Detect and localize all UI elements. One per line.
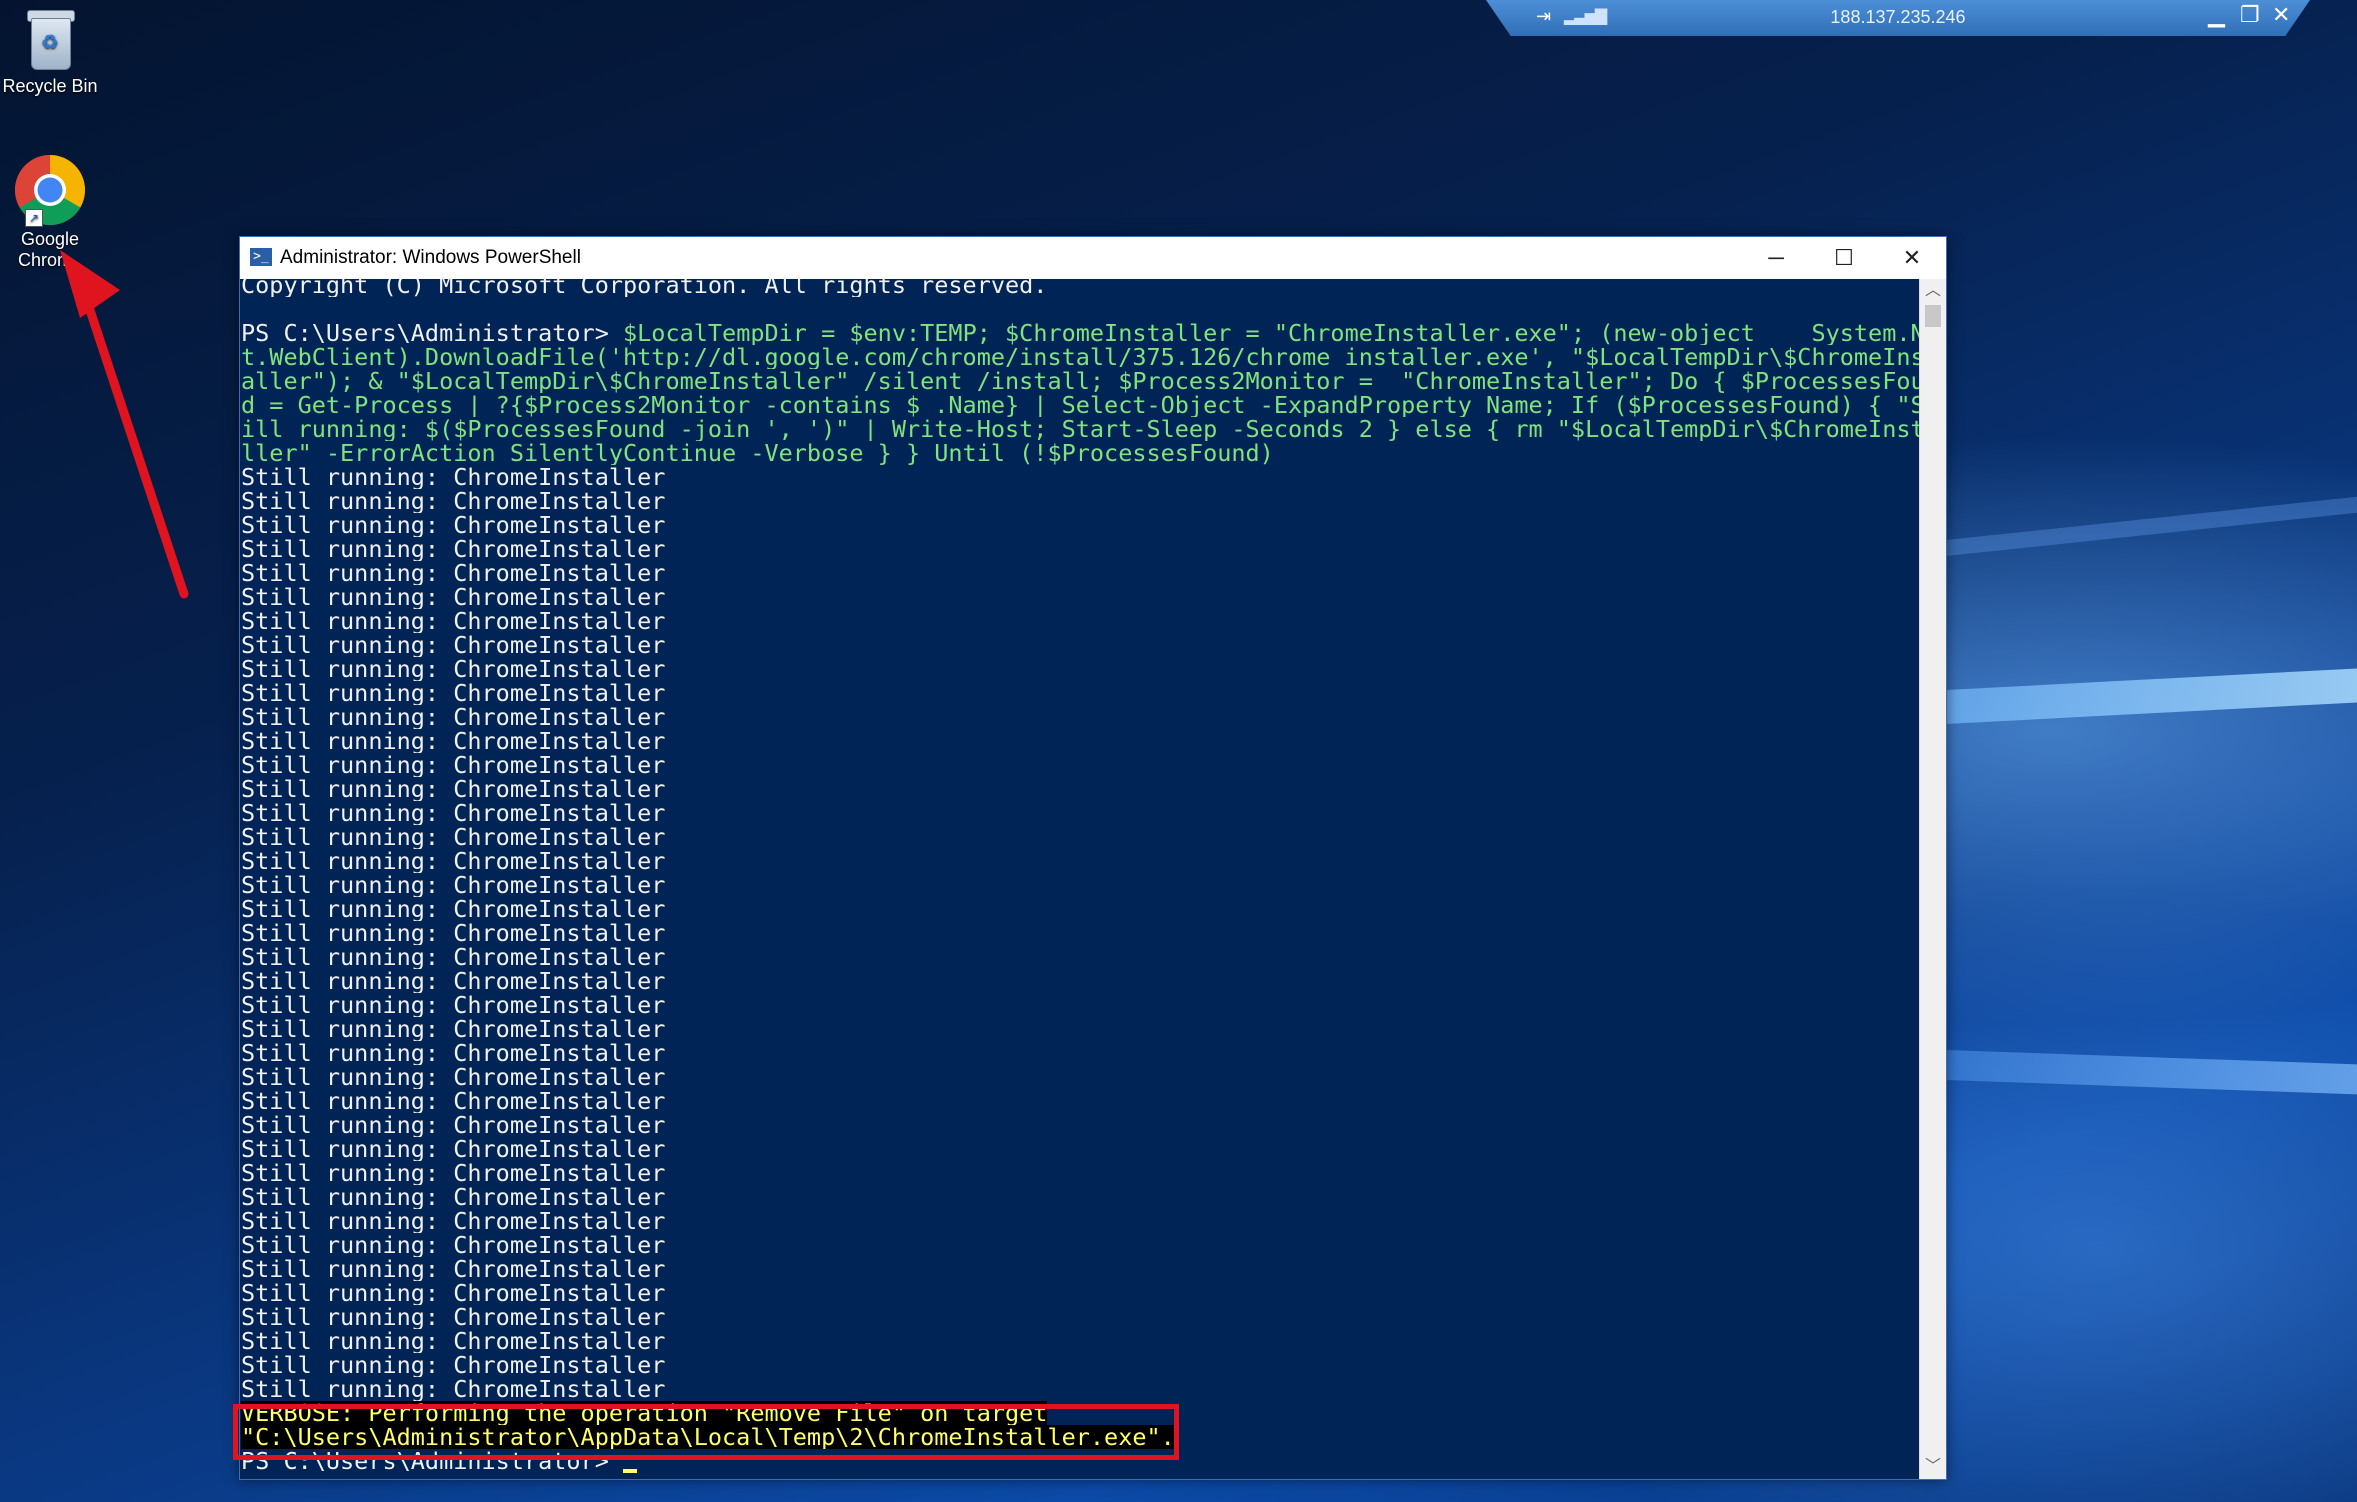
- shortcut-arrow-icon: ↗: [25, 209, 43, 227]
- console-status-line: Still running: ChromeInstaller: [241, 1209, 666, 1233]
- console-status-line: Still running: ChromeInstaller: [241, 753, 666, 777]
- console-command-line: d = Get-Process | ?{$Process2Monitor -co…: [240, 393, 1919, 417]
- console-status-line: Still running: ChromeInstaller: [241, 1377, 666, 1401]
- console-status-line: Still running: ChromeInstaller: [241, 897, 666, 921]
- console-command-text: $LocalTempDir = $env:TEMP; $ChromeInstal…: [623, 321, 1919, 345]
- console-status-line: Still running: ChromeInstaller: [241, 1017, 666, 1041]
- console-status-line: Still running: ChromeInstaller: [241, 1161, 666, 1185]
- console-status-line: Still running: ChromeInstaller: [241, 1305, 666, 1329]
- console-status-line: Still running: ChromeInstaller: [241, 633, 666, 657]
- console-status-line: Still running: ChromeInstaller: [241, 729, 666, 753]
- console-status-line: Still running: ChromeInstaller: [241, 945, 666, 969]
- console-status-line: Still running: ChromeInstaller: [241, 1233, 666, 1257]
- console-copyright-line: Copyright (C) Microsoft Corporation. All…: [241, 279, 1048, 297]
- desktop-icon-label: Recycle Bin: [2, 76, 98, 96]
- console-status-line: Still running: ChromeInstaller: [241, 1281, 666, 1305]
- minimize-button[interactable]: ─: [1742, 237, 1810, 279]
- console-command-line: aller"); & "$LocalTempDir\$ChromeInstall…: [240, 369, 1919, 393]
- console-status-line: Still running: ChromeInstaller: [241, 609, 666, 633]
- annotation-arrow: [60, 250, 189, 599]
- wallpaper-beam: [1946, 668, 2357, 724]
- console-status-line: Still running: ChromeInstaller: [241, 1113, 666, 1137]
- console-command-text: t.WebClient).DownloadFile('http://dl.goo…: [241, 345, 1919, 369]
- vertical-scrollbar[interactable]: ︿ ﹀: [1919, 279, 1946, 1479]
- console-command-text: d = Get-Process | ?{$Process2Monitor -co…: [241, 393, 1919, 417]
- console-status-line: Still running: ChromeInstaller: [241, 681, 666, 705]
- console-command-line: PS C:\Users\Administrator> $LocalTempDir…: [240, 321, 1919, 345]
- close-icon[interactable]: ✕: [2272, 2, 2290, 28]
- console-status-line: Still running: ChromeInstaller: [241, 993, 666, 1017]
- close-button[interactable]: ✕: [1878, 237, 1946, 279]
- console-status-line: Still running: ChromeInstaller: [241, 825, 666, 849]
- console-status-line: Still running: ChromeInstaller: [241, 1257, 666, 1281]
- console-status-line: Still running: ChromeInstaller: [241, 1353, 666, 1377]
- rdp-connection-bar: ⇥ ▂▃▅▇ 188.137.235.246 ▁ ❐ ✕: [1486, 0, 2310, 36]
- console-output[interactable]: Copyright (C) Microsoft Corporation. All…: [240, 279, 1919, 1479]
- console-status-line: Still running: ChromeInstaller: [241, 657, 666, 681]
- annotation-highlight-box: [233, 1404, 1179, 1460]
- window-titlebar[interactable]: >_ Administrator: Windows PowerShell ─ ☐…: [240, 237, 1946, 279]
- rdp-host-address: 188.137.235.246: [1830, 7, 1966, 27]
- minimize-icon[interactable]: ▁: [2208, 2, 2225, 28]
- console-status-line: Still running: ChromeInstaller: [241, 873, 666, 897]
- console-status-line: Still running: ChromeInstaller: [241, 1329, 666, 1353]
- scroll-thumb[interactable]: [1925, 305, 1941, 327]
- console-status-line: Still running: ChromeInstaller: [241, 1137, 666, 1161]
- maximize-button[interactable]: ☐: [1810, 237, 1878, 279]
- chrome-icon: ↗: [13, 153, 87, 227]
- console-status-line: Still running: ChromeInstaller: [241, 1065, 666, 1089]
- console-command-text: ill running: $($ProcessesFound -join ', …: [241, 417, 1919, 441]
- console-prompt: PS C:\Users\Administrator>: [241, 321, 624, 345]
- recycle-bin-icon: ♻: [23, 8, 77, 70]
- console-status-line: Still running: ChromeInstaller: [241, 489, 666, 513]
- scroll-up-icon[interactable]: ︿: [1920, 279, 1946, 303]
- console-status-line: Still running: ChromeInstaller: [241, 777, 666, 801]
- console-status-line: Still running: ChromeInstaller: [241, 969, 666, 993]
- text-cursor: [623, 1469, 638, 1473]
- console-command-text: aller"); & "$LocalTempDir\$ChromeInstall…: [241, 369, 1919, 393]
- powershell-window[interactable]: >_ Administrator: Windows PowerShell ─ ☐…: [239, 236, 1947, 1480]
- console-status-line: Still running: ChromeInstaller: [241, 1089, 666, 1113]
- console-command-line: ill running: $($ProcessesFound -join ', …: [240, 417, 1919, 441]
- console-command-line: t.WebClient).DownloadFile('http://dl.goo…: [240, 345, 1919, 369]
- console-status-line: Still running: ChromeInstaller: [241, 1041, 666, 1065]
- scroll-down-icon[interactable]: ﹀: [1920, 1455, 1946, 1479]
- powershell-icon: >_: [250, 248, 272, 266]
- wallpaper-beam: [1946, 1050, 2357, 1095]
- console-status-line: Still running: ChromeInstaller: [241, 465, 666, 489]
- console-status-line: Still running: ChromeInstaller: [241, 1185, 666, 1209]
- console-status-line: Still running: ChromeInstaller: [241, 537, 666, 561]
- restore-icon[interactable]: ❐: [2240, 2, 2260, 28]
- console-command-line: ller" -ErrorAction SilentlyContinue -Ver…: [240, 441, 1919, 465]
- console-command-text: ller" -ErrorAction SilentlyContinue -Ver…: [241, 441, 1274, 465]
- wallpaper-beam: [1946, 496, 2357, 556]
- console-status-line: Still running: ChromeInstaller: [241, 705, 666, 729]
- window-title: Administrator: Windows PowerShell: [280, 247, 581, 268]
- console-status-line: Still running: ChromeInstaller: [241, 921, 666, 945]
- console-status-line: Still running: ChromeInstaller: [241, 561, 666, 585]
- console-status-line: Still running: ChromeInstaller: [241, 849, 666, 873]
- console-status-line: Still running: ChromeInstaller: [241, 513, 666, 537]
- console-status-line: Still running: ChromeInstaller: [241, 801, 666, 825]
- console-status-line: Still running: ChromeInstaller: [241, 585, 666, 609]
- desktop-icon-recycle-bin[interactable]: ♻ Recycle Bin: [0, 8, 100, 97]
